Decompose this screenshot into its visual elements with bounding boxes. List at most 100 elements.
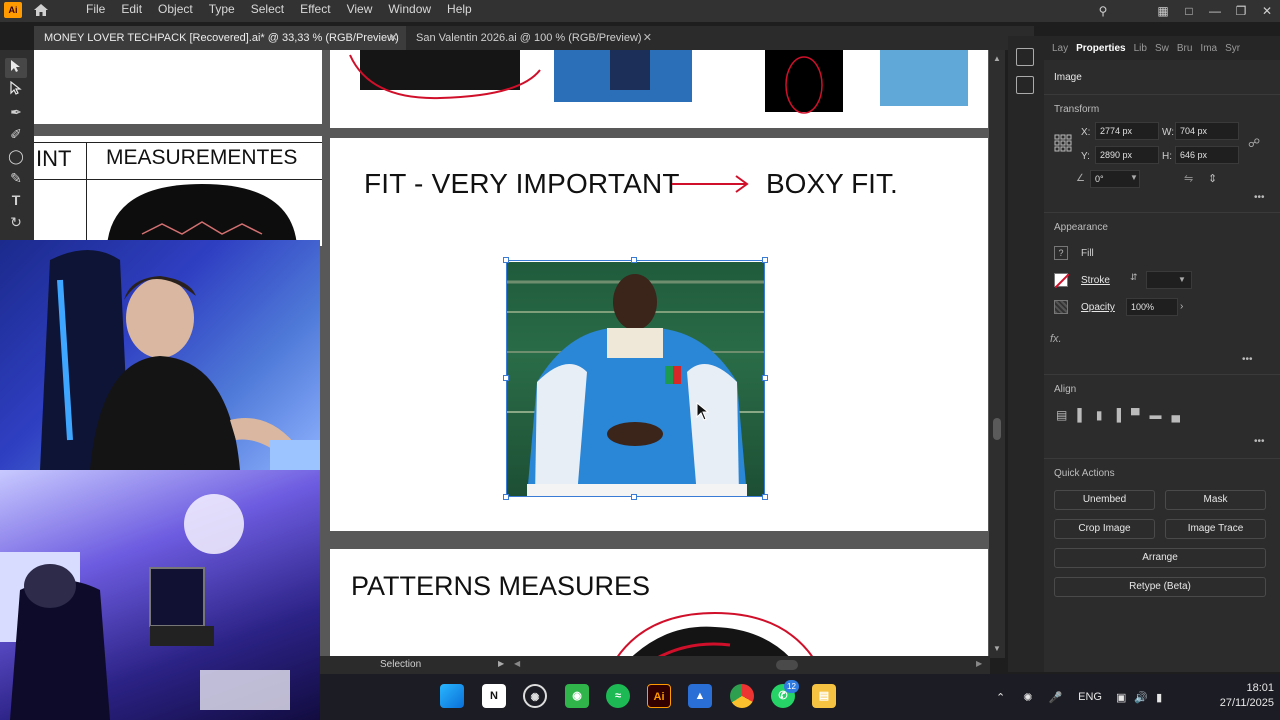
fill-swatch-icon[interactable]: ? — [1054, 246, 1068, 260]
fx-icon[interactable]: fx. — [1050, 333, 1062, 345]
file-explorer-icon[interactable]: ▤ — [812, 684, 836, 708]
battery-icon[interactable]: ▮ — [1156, 691, 1162, 704]
x-field[interactable]: 2774 px — [1095, 122, 1159, 140]
microphone-icon[interactable]: 🎤 — [1048, 691, 1062, 704]
scroll-left-icon[interactable]: ◀ — [514, 659, 520, 668]
artboard-top-left[interactable] — [34, 50, 322, 124]
tab-swatches[interactable]: Sw — [1155, 43, 1169, 54]
menu-file[interactable]: File — [78, 0, 113, 22]
brush-tool-icon[interactable]: ✎ — [5, 168, 27, 188]
type-tool-icon[interactable]: T — [5, 190, 27, 210]
clock-date[interactable]: 27/11/2025 — [1204, 697, 1274, 709]
reference-point-icon[interactable] — [1054, 134, 1072, 152]
align-left-icon[interactable]: ▌ — [1077, 408, 1086, 422]
scroll-up-icon[interactable]: ▲ — [993, 54, 1001, 63]
artboards-panel-icon[interactable] — [1016, 48, 1034, 66]
stroke-label[interactable]: Stroke — [1081, 275, 1110, 286]
scrollbar-thumb[interactable] — [993, 418, 1001, 440]
tab-brushes[interactable]: Bru — [1177, 43, 1193, 54]
opacity-field[interactable]: 100% — [1126, 298, 1178, 316]
crop-image-button[interactable]: Crop Image — [1054, 519, 1155, 539]
close-window-icon[interactable]: ✕ — [1254, 4, 1280, 18]
menu-view[interactable]: View — [339, 0, 381, 22]
menu-select[interactable]: Select — [243, 0, 292, 22]
photos-app-icon[interactable]: ▲ — [688, 684, 712, 708]
more-options-icon[interactable]: ••• — [1242, 354, 1253, 365]
direct-selection-tool-icon[interactable] — [5, 80, 27, 100]
close-tab-icon[interactable]: ✕ — [643, 26, 652, 50]
chevron-down-icon[interactable]: ▼ — [1130, 173, 1138, 182]
game-app-icon[interactable]: ◉ — [565, 684, 589, 708]
windows-start-icon[interactable] — [440, 684, 464, 708]
tab-symbols[interactable]: Syr — [1225, 43, 1240, 54]
search-icon[interactable]: ⚲ — [1090, 4, 1116, 18]
ellipse-tool-icon[interactable]: ◯ — [5, 146, 27, 166]
minimize-icon[interactable]: — — [1202, 4, 1228, 18]
tray-chevron-icon[interactable]: ⌃ — [996, 691, 1005, 704]
illustrator-taskbar-icon[interactable]: Ai — [647, 684, 671, 708]
align-top-icon[interactable]: ▀ — [1131, 408, 1140, 422]
chatgpt-tray-icon[interactable]: ✺ — [1023, 691, 1032, 704]
more-options-icon[interactable]: ••• — [1254, 436, 1265, 447]
export-panel-icon[interactable] — [1016, 76, 1034, 94]
menu-effect[interactable]: Effect — [292, 0, 338, 22]
align-right-icon[interactable]: ▐ — [1112, 408, 1121, 422]
align-center-h-icon[interactable]: ▮ — [1096, 408, 1103, 422]
stroke-weight-stepper-icon[interactable]: ⇵ — [1130, 272, 1138, 283]
align-bottom-icon[interactable]: ▄ — [1172, 408, 1181, 422]
selection-tool-icon[interactable] — [5, 58, 27, 78]
menu-window[interactable]: Window — [380, 0, 439, 22]
chevron-right-icon[interactable]: › — [1180, 301, 1183, 312]
resize-handle[interactable] — [503, 257, 509, 263]
flip-vertical-icon[interactable]: ⇕ — [1208, 172, 1217, 185]
chrome-icon[interactable] — [730, 684, 754, 708]
chatgpt-icon[interactable]: ✺ — [523, 684, 547, 708]
menu-help[interactable]: Help — [439, 0, 480, 22]
constrain-proportions-icon[interactable]: ☍ — [1248, 136, 1260, 150]
selected-photo[interactable] — [507, 262, 764, 496]
maximize-icon[interactable]: ❐ — [1228, 4, 1254, 18]
tab-image[interactable]: Ima — [1200, 43, 1217, 54]
width-field[interactable]: 704 px — [1175, 122, 1239, 140]
resize-handle[interactable] — [503, 494, 509, 500]
retype-button[interactable]: Retype (Beta) — [1054, 577, 1266, 597]
tab-libraries[interactable]: Lib — [1134, 43, 1147, 54]
resize-handle[interactable] — [762, 375, 768, 381]
artboard-top[interactable] — [330, 50, 988, 128]
height-field[interactable]: 646 px — [1175, 146, 1239, 164]
spotify-icon[interactable]: ≈ — [606, 684, 630, 708]
notion-icon[interactable]: N — [482, 684, 506, 708]
artboard-fit[interactable]: FIT - VERY IMPORTANT BOXY FIT. — [330, 138, 988, 531]
horizontal-scrollbar-thumb[interactable] — [776, 660, 798, 670]
chevron-down-icon[interactable]: ▼ — [1178, 275, 1186, 284]
close-tab-icon[interactable]: ✕ — [389, 26, 398, 50]
resize-handle[interactable] — [762, 494, 768, 500]
scroll-down-icon[interactable]: ▼ — [993, 644, 1001, 653]
menu-type[interactable]: Type — [201, 0, 243, 22]
vertical-scrollbar[interactable]: ▲ ▼ — [989, 50, 1005, 658]
resize-handle[interactable] — [762, 257, 768, 263]
opacity-label[interactable]: Opacity — [1081, 302, 1115, 313]
pen-tool-icon[interactable]: ✒ — [5, 102, 27, 122]
scroll-right-icon[interactable]: ▶ — [976, 659, 982, 668]
arrange-button[interactable]: Arrange — [1054, 548, 1266, 568]
home-icon[interactable] — [32, 1, 50, 19]
resize-handle[interactable] — [631, 494, 637, 500]
clock-time[interactable]: 18:01 — [1224, 682, 1274, 694]
menu-edit[interactable]: Edit — [113, 0, 150, 22]
restore-panel-icon[interactable]: □ — [1176, 4, 1202, 18]
resize-handle[interactable] — [503, 375, 509, 381]
image-trace-button[interactable]: Image Trace — [1165, 519, 1266, 539]
status-menu-icon[interactable]: ▶ — [498, 659, 504, 668]
curvature-tool-icon[interactable]: ✐ — [5, 124, 27, 144]
volume-icon[interactable]: 🔊 — [1134, 691, 1148, 704]
tab-san-valentin[interactable]: San Valentin 2026.ai @ 100 % (RGB/Previe… — [406, 26, 660, 50]
artboard-measurements[interactable]: INT MEASUREMENTES — [34, 136, 322, 246]
align-center-v-icon[interactable]: ▬ — [1150, 408, 1162, 422]
artboard-patterns[interactable]: PATTERNS MEASURES — [330, 549, 988, 658]
display-icon[interactable]: ▣ — [1116, 691, 1126, 704]
arrange-documents-icon[interactable]: ▦ — [1150, 4, 1176, 18]
mask-button[interactable]: Mask — [1165, 490, 1266, 510]
align-to-icon[interactable]: ▤ — [1056, 408, 1067, 422]
menu-object[interactable]: Object — [150, 0, 201, 22]
